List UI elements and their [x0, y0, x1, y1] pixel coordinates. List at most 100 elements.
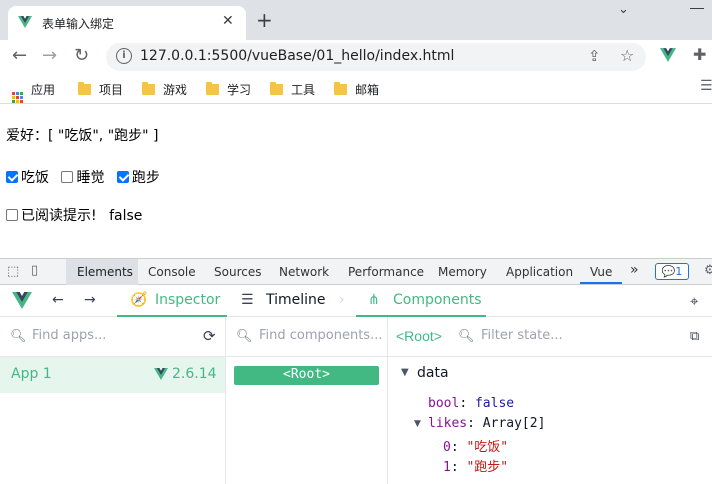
expand-caret-icon[interactable]: ▼: [414, 419, 421, 429]
bookmark-label: 邮箱: [355, 83, 380, 97]
share-icon[interactable]: ⇪: [588, 47, 601, 65]
bookmark-tools[interactable]: 工具: [270, 81, 315, 98]
hobby-checkbox-group: 吃饭 睡觉 跑步: [6, 167, 168, 187]
filter-state-input[interactable]: Filter state...: [481, 328, 563, 343]
checkbox-run[interactable]: [116, 171, 129, 183]
page-content: 爱好：[ "吃饭", "跑步" ] 吃饭 睡觉 跑步 已阅读提示! false: [0, 105, 712, 257]
state-section-title: data: [417, 365, 449, 381]
reading-list-icon[interactable]: ☰: [700, 78, 712, 94]
tab-console[interactable]: Console: [148, 265, 196, 279]
root-component-node[interactable]: <Root>: [234, 366, 379, 385]
open-in-editor-icon[interactable]: ⧉: [690, 329, 699, 344]
select-component-target-icon[interactable]: ⌖: [690, 292, 698, 310]
address-bar[interactable]: i 127.0.0.1:5500/vueBase/01_hello/index.…: [106, 43, 646, 71]
array-value: "吃饭": [466, 440, 509, 455]
app-row[interactable]: App 1 2.6.14: [0, 357, 225, 393]
bookmarks-bar: 应用 项目 游戏 学习 工具 邮箱 ☰: [0, 74, 712, 104]
browser-tab[interactable]: 表单输入绑定 ✕: [8, 6, 246, 40]
bookmark-games[interactable]: 游戏: [142, 81, 187, 98]
timeline-tab[interactable]: Timeline: [266, 292, 326, 308]
tab-memory[interactable]: Memory: [438, 265, 487, 279]
forward-icon[interactable]: →: [42, 45, 57, 66]
components-icon: ⋔: [368, 292, 380, 308]
bookmark-study[interactable]: 学习: [206, 81, 251, 98]
bookmark-apps[interactable]: 应用: [12, 81, 55, 103]
find-components-input[interactable]: Find components...: [259, 328, 382, 343]
tab-search-icon[interactable]: ⌄: [618, 2, 629, 17]
devtools-tabbar: ⬚ ▯ Elements Console Sources Network Per…: [0, 258, 712, 285]
folder-icon: [206, 82, 219, 95]
find-apps-input[interactable]: Find apps...: [32, 328, 106, 343]
device-toolbar-icon[interactable]: ▯: [31, 263, 38, 278]
tab-application[interactable]: Application: [506, 265, 573, 279]
tab-performance[interactable]: Performance: [348, 265, 424, 279]
tab-vue[interactable]: Vue: [590, 265, 612, 279]
bookmark-label: 工具: [291, 83, 316, 97]
expand-caret-icon[interactable]: ▼: [401, 367, 409, 378]
search-icon: 🔍︎: [236, 329, 253, 344]
tab-elements[interactable]: Elements: [77, 265, 133, 279]
inspector-tab[interactable]: Inspector: [155, 292, 220, 308]
new-tab-button[interactable]: +: [256, 8, 273, 32]
bookmark-projects[interactable]: 项目: [78, 81, 123, 98]
state-value: false: [474, 396, 515, 411]
browser-toolbar: ← → ↻ i 127.0.0.1:5500/vueBase/01_hello/…: [0, 40, 712, 74]
forward-arrow-icon[interactable]: →: [84, 292, 96, 308]
array-index: 0: [443, 440, 451, 455]
array-value: "跑步": [466, 460, 509, 475]
more-tabs-icon[interactable]: »: [630, 262, 639, 278]
folder-icon: [78, 82, 91, 95]
apps-search-row: 🔍︎ Find apps... ⟳: [0, 317, 225, 357]
bookmark-label: 应用: [31, 83, 56, 97]
url-text[interactable]: 127.0.0.1:5500/vueBase/01_hello/index.ht…: [140, 48, 454, 64]
timeline-icon: ☰: [241, 292, 254, 308]
vue-version: 2.6.14: [172, 366, 217, 382]
hobby-display: 爱好：[ "吃饭", "跑步" ]: [6, 128, 159, 144]
tab-network[interactable]: Network: [279, 265, 329, 279]
read-value: false: [109, 208, 143, 224]
tab-strip: 表单输入绑定 ✕ + ⌄: [0, 0, 712, 40]
issues-badge[interactable]: 💬1: [655, 263, 689, 280]
apps-grid-icon: [12, 92, 23, 103]
bookmark-label: 游戏: [163, 83, 188, 97]
state-key: bool: [428, 396, 460, 411]
vue-logo-icon: [154, 368, 168, 384]
separator-chevron-icon: ›: [339, 292, 345, 308]
components-tab[interactable]: Components: [393, 292, 482, 308]
checkbox-label: 跑步: [131, 170, 160, 186]
bookmark-star-icon[interactable]: ☆: [620, 46, 634, 65]
tab-close-icon[interactable]: ✕: [222, 13, 234, 29]
selected-component: <Root>: [396, 328, 442, 344]
minimize-icon[interactable]: [690, 8, 704, 9]
components-search-row: 🔍︎ Find components...: [226, 317, 387, 357]
checkbox-read[interactable]: [6, 209, 18, 221]
back-arrow-icon[interactable]: ←: [52, 292, 64, 308]
extensions-puzzle-icon[interactable]: ✚: [693, 45, 706, 64]
refresh-icon[interactable]: ⟳: [203, 327, 216, 345]
state-row-bool[interactable]: bool: false: [428, 396, 514, 411]
checkbox-eat[interactable]: [6, 171, 18, 183]
state-key: likes: [428, 416, 468, 431]
vue-devtools-extension-icon[interactable]: [660, 48, 676, 66]
vue-logo-icon: [12, 292, 32, 313]
inspect-element-icon[interactable]: ⬚: [7, 264, 19, 279]
checkbox-label: 睡觉: [76, 170, 105, 186]
back-icon[interactable]: ←: [12, 45, 27, 66]
components-pane: 🔍︎ Find components... <Root>: [226, 317, 388, 484]
bookmark-label: 项目: [99, 83, 124, 97]
state-type: Array[2]: [482, 416, 546, 431]
array-item[interactable]: 0: "吃饭": [443, 436, 508, 455]
state-row-likes[interactable]: likes: Array[2]: [428, 416, 545, 431]
checkbox-sleep[interactable]: [61, 171, 74, 183]
vue-tab-underline: [580, 282, 622, 284]
state-pane: <Root> 🔍︎ Filter state... ⧉ ▼ data bool:…: [388, 317, 712, 484]
compass-icon: 🧭: [130, 292, 148, 308]
site-info-icon[interactable]: i: [116, 48, 132, 64]
reload-icon[interactable]: ↻: [74, 45, 89, 66]
array-item[interactable]: 1: "跑步": [443, 456, 508, 475]
apps-pane: 🔍︎ Find apps... ⟳ App 1 2.6.14: [0, 317, 226, 484]
settings-gear-icon[interactable]: ⚙: [704, 263, 712, 278]
vue-devtools-header: ← → 🧭 Inspector ☰ Timeline › ⋔ Component…: [0, 285, 712, 317]
bookmark-mail[interactable]: 邮箱: [334, 81, 379, 98]
tab-sources[interactable]: Sources: [214, 265, 261, 279]
